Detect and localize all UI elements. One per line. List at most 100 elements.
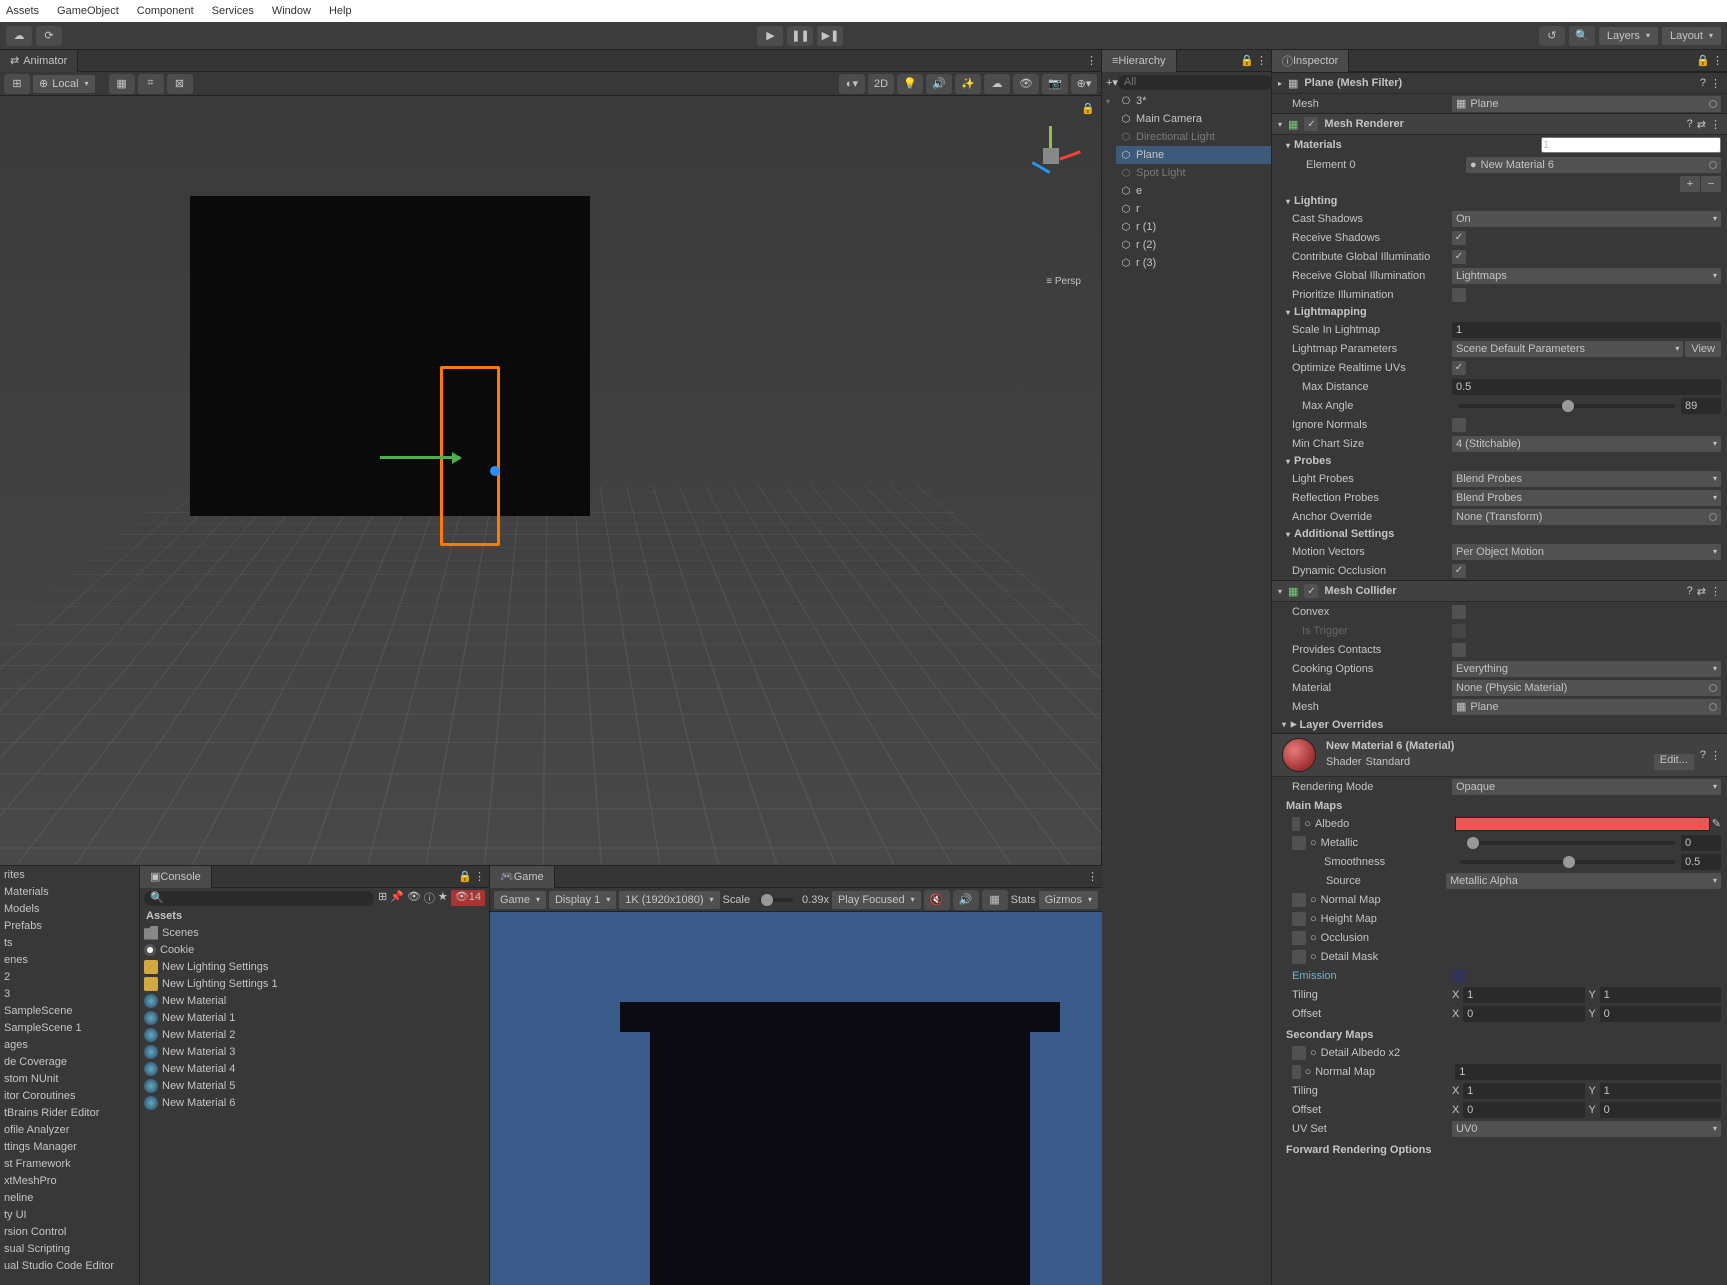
lighting-section[interactable]: Lighting <box>1272 193 1727 209</box>
light-probes-dropdown[interactable]: Blend Probes <box>1452 471 1721 487</box>
source-dropdown[interactable]: Metallic Alpha <box>1446 873 1721 889</box>
convex-checkbox[interactable] <box>1452 605 1466 619</box>
mesh-collider-enable[interactable]: ✓ <box>1304 584 1318 598</box>
preset-icon[interactable]: ⇄ <box>1697 118 1706 131</box>
folder-item[interactable]: st Framework <box>0 1155 139 1172</box>
grid-icon[interactable]: ▦ <box>109 74 135 94</box>
animator-tab[interactable]: ⇄Animator <box>0 50 78 72</box>
move-gizmo-z[interactable] <box>490 466 500 476</box>
pause-button[interactable]: ❚❚ <box>787 26 813 46</box>
visibility-icon[interactable]: 👁 <box>1013 74 1039 94</box>
folder-item[interactable]: Materials <box>0 883 139 900</box>
emission-label[interactable]: Emission <box>1292 970 1452 982</box>
error-badge[interactable]: 👁14 <box>451 890 485 906</box>
folder-item[interactable]: enes <box>0 951 139 968</box>
tiling2-x[interactable] <box>1463 1083 1584 1099</box>
menu-help[interactable]: Help <box>329 5 352 17</box>
probes-section[interactable]: Probes <box>1272 453 1727 469</box>
create-dropdown-icon[interactable]: +▾ <box>1106 76 1118 89</box>
tab-menu-icon[interactable]: ⋮ <box>1256 54 1267 67</box>
ignore-normals-checkbox[interactable] <box>1452 418 1466 432</box>
move-gizmo-x[interactable] <box>380 456 460 459</box>
lock-icon[interactable]: 🔒 <box>458 870 472 883</box>
folder-item[interactable]: 2 <box>0 968 139 985</box>
mesh-collider-header[interactable]: Mesh Collider <box>1324 585 1396 597</box>
mesh-filter-header[interactable]: Plane (Mesh Filter) <box>1304 77 1402 89</box>
scene-lock-icon[interactable]: 🔒 <box>1081 102 1095 115</box>
folder-item[interactable]: ages <box>0 1036 139 1053</box>
persp-label[interactable]: ≡ Persp <box>1046 276 1081 287</box>
hierarchy-tab[interactable]: ≡ Hierarchy <box>1102 50 1177 72</box>
view-button[interactable]: View <box>1685 341 1721 357</box>
audio-toggle-icon[interactable]: 🔊 <box>926 74 952 94</box>
folder-item[interactable]: de Coverage <box>0 1053 139 1070</box>
mesh-field[interactable]: ▦ Plane <box>1452 96 1721 112</box>
folder-item[interactable]: ual Studio Code Editor <box>0 1257 139 1274</box>
element0-field[interactable]: ● New Material 6 <box>1466 157 1721 173</box>
menu-assets[interactable]: Assets <box>6 5 39 17</box>
stats-toggle[interactable]: Stats <box>1011 894 1036 906</box>
light-toggle-icon[interactable]: 💡 <box>897 74 923 94</box>
smoothness-slider[interactable] <box>1460 860 1675 864</box>
asset-item[interactable]: Scenes <box>140 924 489 941</box>
detailmask-slot[interactable] <box>1292 950 1306 964</box>
folder-item[interactable]: ttings Manager <box>0 1138 139 1155</box>
tiling-x[interactable] <box>1463 987 1584 1003</box>
asset-item[interactable]: New Lighting Settings 1 <box>140 975 489 992</box>
menu-window[interactable]: Window <box>272 5 311 17</box>
folder-item[interactable]: Models <box>0 900 139 917</box>
eye-icon[interactable]: 👁 <box>407 890 421 906</box>
folder-item[interactable]: itor Coroutines <box>0 1087 139 1104</box>
scale-lm-field[interactable] <box>1452 322 1721 338</box>
hierarchy-item[interactable]: ⬡r (2) <box>1116 236 1271 254</box>
folder-item[interactable]: xtMeshPro <box>0 1172 139 1189</box>
scale-slider[interactable] <box>759 898 793 902</box>
hierarchy-item[interactable]: ⬡e <box>1116 182 1271 200</box>
folder-item[interactable]: stom NUnit <box>0 1070 139 1087</box>
asset-item[interactable]: New Material 6 <box>140 1094 489 1111</box>
hierarchy-item[interactable]: ⬡Directional Light <box>1116 128 1271 146</box>
menu-icon[interactable]: ⋮ <box>1710 118 1721 131</box>
game-tab[interactable]: 🎮 Game <box>490 866 555 888</box>
metallic-field[interactable] <box>1681 835 1721 851</box>
asset-item[interactable]: New Material 4 <box>140 1060 489 1077</box>
gizmos-dropdown[interactable]: Gizmos <box>1039 891 1098 909</box>
filter-icon[interactable]: ⊞ <box>378 890 387 906</box>
folder-item[interactable]: ofile Analyzer <box>0 1121 139 1138</box>
materials-count[interactable] <box>1541 137 1721 153</box>
max-angle-slider[interactable] <box>1458 404 1675 408</box>
snap-icon[interactable]: ⌗ <box>138 74 164 94</box>
search-icon[interactable]: 🔍 <box>1569 26 1595 46</box>
local-dropdown[interactable]: ⊕ Local <box>33 75 95 93</box>
coll-mesh-field[interactable]: ▦ Plane <box>1452 699 1721 715</box>
normalmap2-slot[interactable] <box>1292 1065 1301 1079</box>
refl-probes-dropdown[interactable]: Blend Probes <box>1452 490 1721 506</box>
inspector-tab[interactable]: ⓘ Inspector <box>1272 50 1349 72</box>
cloud-icon[interactable]: ☁ <box>6 26 32 46</box>
menu-gameobject[interactable]: GameObject <box>57 5 119 17</box>
scene-view[interactable]: ≡ Persp 🔒 <box>0 96 1101 865</box>
menu-icon[interactable]: ⋮ <box>1710 749 1721 762</box>
metallic-slider[interactable] <box>1467 841 1675 845</box>
hierarchy-item[interactable]: ⬡Main Camera <box>1116 110 1271 128</box>
tab-menu-icon[interactable]: ⋮ <box>1087 870 1098 883</box>
pin-icon[interactable]: 📌 <box>390 890 404 906</box>
heightmap-slot[interactable] <box>1292 912 1306 926</box>
asset-item[interactable]: Cookie <box>140 941 489 958</box>
help-icon[interactable]: ? <box>1687 585 1693 598</box>
cast-shadows-dropdown[interactable]: On <box>1452 211 1721 227</box>
materials-section[interactable]: Materials <box>1272 135 1727 155</box>
receive-shadows-checkbox[interactable]: ✓ <box>1452 231 1466 245</box>
resolution-dropdown[interactable]: 1K (1920x1080) <box>619 891 719 909</box>
folder-item[interactable]: Prefabs <box>0 917 139 934</box>
fx-toggle-icon[interactable]: ✨ <box>955 74 981 94</box>
2d-toggle[interactable]: 2D <box>868 74 894 94</box>
color-picker-icon[interactable]: ✎ <box>1712 817 1721 830</box>
game-mode-dropdown[interactable]: Game <box>494 891 546 909</box>
hierarchy-item[interactable]: ⬡r (1) <box>1116 218 1271 236</box>
info-icon[interactable]: ⓘ <box>424 890 435 906</box>
folder-item[interactable]: ty UI <box>0 1206 139 1223</box>
material-name[interactable]: New Material 6 (Material) <box>1326 740 1694 752</box>
history-icon[interactable]: ⟳ <box>36 26 62 46</box>
hierarchy-item[interactable]: ⬡Spot Light <box>1116 164 1271 182</box>
